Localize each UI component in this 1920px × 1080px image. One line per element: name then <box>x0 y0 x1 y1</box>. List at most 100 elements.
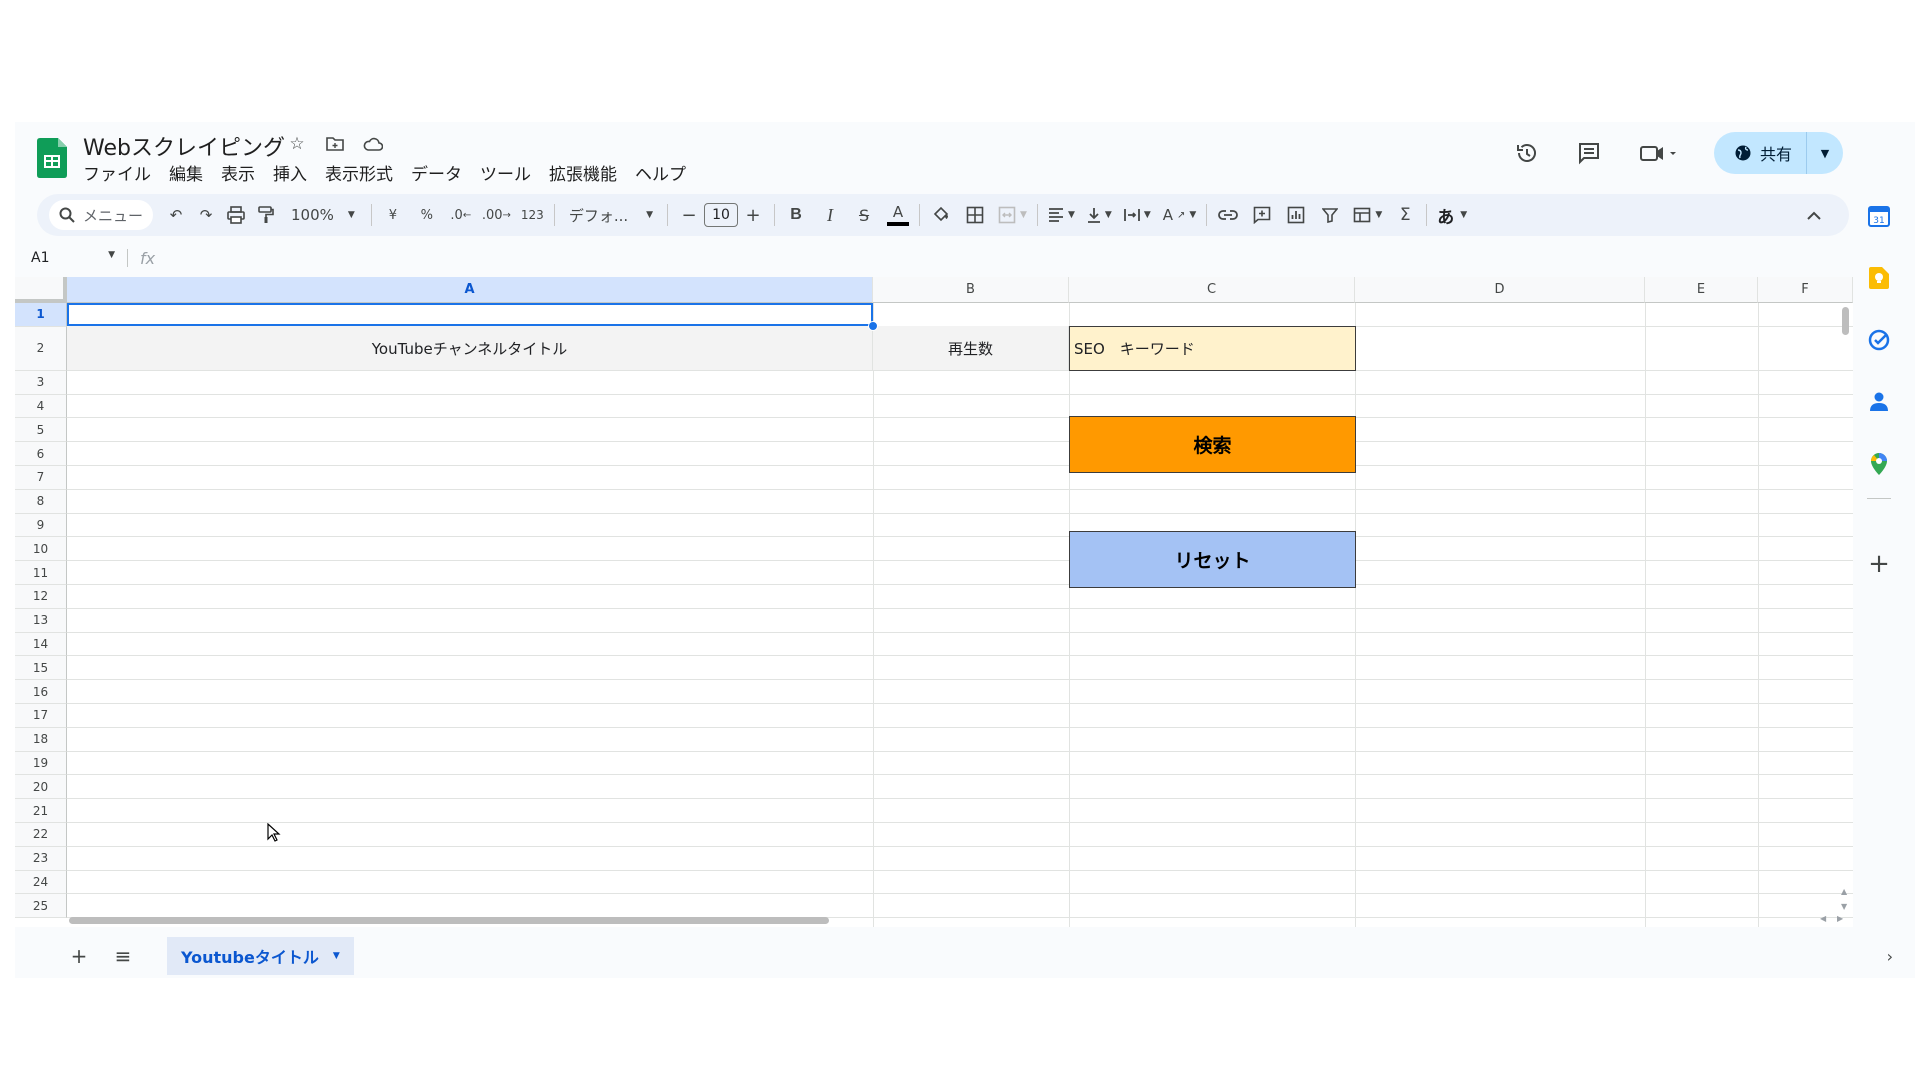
row-header-8[interactable]: 8 <box>15 489 67 514</box>
menu-view[interactable]: 表示 <box>221 160 255 185</box>
row-header-13[interactable]: 13 <box>15 608 67 633</box>
row-header-19[interactable]: 19 <box>15 751 67 776</box>
tasks-icon[interactable] <box>1867 328 1891 352</box>
text-rotation-icon[interactable]: A ↗ ▼ <box>1159 200 1201 230</box>
font-size-increase-icon[interactable]: + <box>738 200 768 230</box>
redo-icon[interactable]: ↷ <box>191 200 221 230</box>
functions-icon[interactable]: Σ <box>1390 200 1420 230</box>
filter-icon[interactable] <box>1315 200 1345 230</box>
spreadsheet-grid[interactable]: A B C D E F YouTubeチャンネルタイトル 再生数 SEO キーワ… <box>15 277 1853 927</box>
scroll-left-icon[interactable]: ◀ <box>1820 914 1826 923</box>
horizontal-scrollbar[interactable] <box>69 917 829 924</box>
row-header-14[interactable]: 14 <box>15 632 67 657</box>
row-header-21[interactable]: 21 <box>15 799 67 823</box>
comments-icon[interactable] <box>1574 138 1604 168</box>
vertical-scrollbar[interactable] <box>1842 307 1849 335</box>
maps-icon[interactable] <box>1867 452 1891 476</box>
menu-search[interactable]: メニュー <box>49 200 154 230</box>
column-header-d[interactable]: D <box>1355 277 1645 303</box>
row-header-12[interactable]: 12 <box>15 585 67 609</box>
keep-icon[interactable] <box>1867 266 1891 290</box>
menu-file[interactable]: ファイル <box>83 160 151 185</box>
undo-icon[interactable]: ↶ <box>161 200 191 230</box>
scroll-right-icon[interactable]: ▶ <box>1837 914 1843 923</box>
scroll-up-icon[interactable]: ▲ <box>1841 887 1847 896</box>
currency-format-button[interactable]: ¥ <box>378 200 408 230</box>
row-header-25[interactable]: 25 <box>15 894 67 919</box>
row-header-1[interactable]: 1 <box>15 303 67 327</box>
column-header-b[interactable]: B <box>873 277 1069 303</box>
row-header-3[interactable]: 3 <box>15 370 67 395</box>
number-format-button[interactable]: 123 <box>517 200 548 230</box>
menu-edit[interactable]: 編集 <box>169 160 203 185</box>
column-header-a[interactable]: A <box>67 277 873 303</box>
select-all-corner[interactable] <box>15 277 67 303</box>
row-header-10[interactable]: 10 <box>15 537 67 562</box>
contacts-icon[interactable] <box>1867 390 1891 414</box>
percent-format-button[interactable]: % <box>412 200 442 230</box>
star-icon[interactable]: ☆ <box>285 132 309 156</box>
calendar-icon[interactable]: 31 <box>1867 204 1891 228</box>
paint-format-icon[interactable] <box>251 200 281 230</box>
get-addons-icon[interactable]: + <box>1867 549 1891 579</box>
row-header-22[interactable]: 22 <box>15 823 67 847</box>
sheets-logo-icon[interactable] <box>37 138 67 178</box>
all-sheets-icon[interactable]: ≡ <box>105 938 141 974</box>
menu-extensions[interactable]: 拡張機能 <box>549 160 617 185</box>
menu-help[interactable]: ヘルプ <box>635 160 686 185</box>
merge-cells-icon[interactable]: ▼ <box>994 200 1031 230</box>
row-header-16[interactable]: 16 <box>15 680 67 704</box>
add-sheet-icon[interactable]: + <box>61 938 97 974</box>
document-title[interactable]: Webスクレイピング <box>83 130 285 162</box>
row-header-11[interactable]: 11 <box>15 561 67 585</box>
strikethrough-icon[interactable]: S <box>849 200 879 230</box>
text-wrapping-icon[interactable]: ▼ <box>1120 200 1155 230</box>
row-header-5[interactable]: 5 <box>15 418 67 443</box>
column-header-c[interactable]: C <box>1069 277 1355 303</box>
row-header-24[interactable]: 24 <box>15 870 67 895</box>
menu-insert[interactable]: 挿入 <box>273 160 307 185</box>
row-header-23[interactable]: 23 <box>15 846 67 871</box>
borders-icon[interactable] <box>960 200 990 230</box>
insert-chart-icon[interactable] <box>1281 200 1311 230</box>
share-dropdown-icon[interactable]: ▼ <box>1807 132 1843 174</box>
row-header-6[interactable]: 6 <box>15 442 67 466</box>
row-header-17[interactable]: 17 <box>15 704 67 728</box>
row-header-2[interactable]: 2 <box>15 326 67 371</box>
vertical-align-icon[interactable]: ▼ <box>1083 200 1116 230</box>
collapse-toolbar-icon[interactable] <box>1799 200 1829 230</box>
font-select[interactable]: デフォ... ▼ <box>561 200 661 230</box>
filter-views-icon[interactable]: ▼ <box>1349 200 1386 230</box>
search-button[interactable]: 検索 <box>1069 416 1356 473</box>
zoom-select[interactable]: 100% ▼ <box>281 200 365 230</box>
name-box[interactable]: A1 ▼ <box>15 250 115 266</box>
reset-button[interactable]: リセット <box>1069 531 1356 588</box>
font-size-input[interactable]: 10 <box>704 203 739 227</box>
cell-a2[interactable]: YouTubeチャンネルタイトル <box>67 326 873 370</box>
fill-color-icon[interactable] <box>926 200 956 230</box>
input-tools-button[interactable]: あ ▼ <box>1433 200 1471 230</box>
share-button[interactable]: 共有 <box>1714 132 1807 174</box>
sheet-tab-youtube-title[interactable]: Youtubeタイトル ▼ <box>167 937 354 975</box>
row-header-9[interactable]: 9 <box>15 513 67 538</box>
fill-handle[interactable] <box>868 321 878 331</box>
column-header-f[interactable]: F <box>1758 277 1853 303</box>
menu-tools[interactable]: ツール <box>480 160 531 185</box>
horizontal-align-icon[interactable]: ▼ <box>1044 200 1079 230</box>
selected-cell-a1[interactable] <box>67 303 873 326</box>
insert-comment-icon[interactable] <box>1247 200 1277 230</box>
version-history-icon[interactable] <box>1512 138 1542 168</box>
row-header-4[interactable]: 4 <box>15 394 67 419</box>
row-header-18[interactable]: 18 <box>15 727 67 752</box>
cell-c2-keyword[interactable]: SEO キーワード <box>1069 326 1356 371</box>
row-header-15[interactable]: 15 <box>15 656 67 681</box>
bold-icon[interactable]: B <box>781 200 811 230</box>
insert-link-icon[interactable] <box>1213 200 1243 230</box>
menu-data[interactable]: データ <box>411 160 462 185</box>
menu-format[interactable]: 表示形式 <box>325 160 393 185</box>
column-header-e[interactable]: E <box>1645 277 1758 303</box>
italic-icon[interactable]: I <box>815 200 845 230</box>
formula-input[interactable] <box>165 246 1855 270</box>
meet-icon[interactable] <box>1636 138 1682 168</box>
cloud-status-icon[interactable] <box>361 132 385 156</box>
